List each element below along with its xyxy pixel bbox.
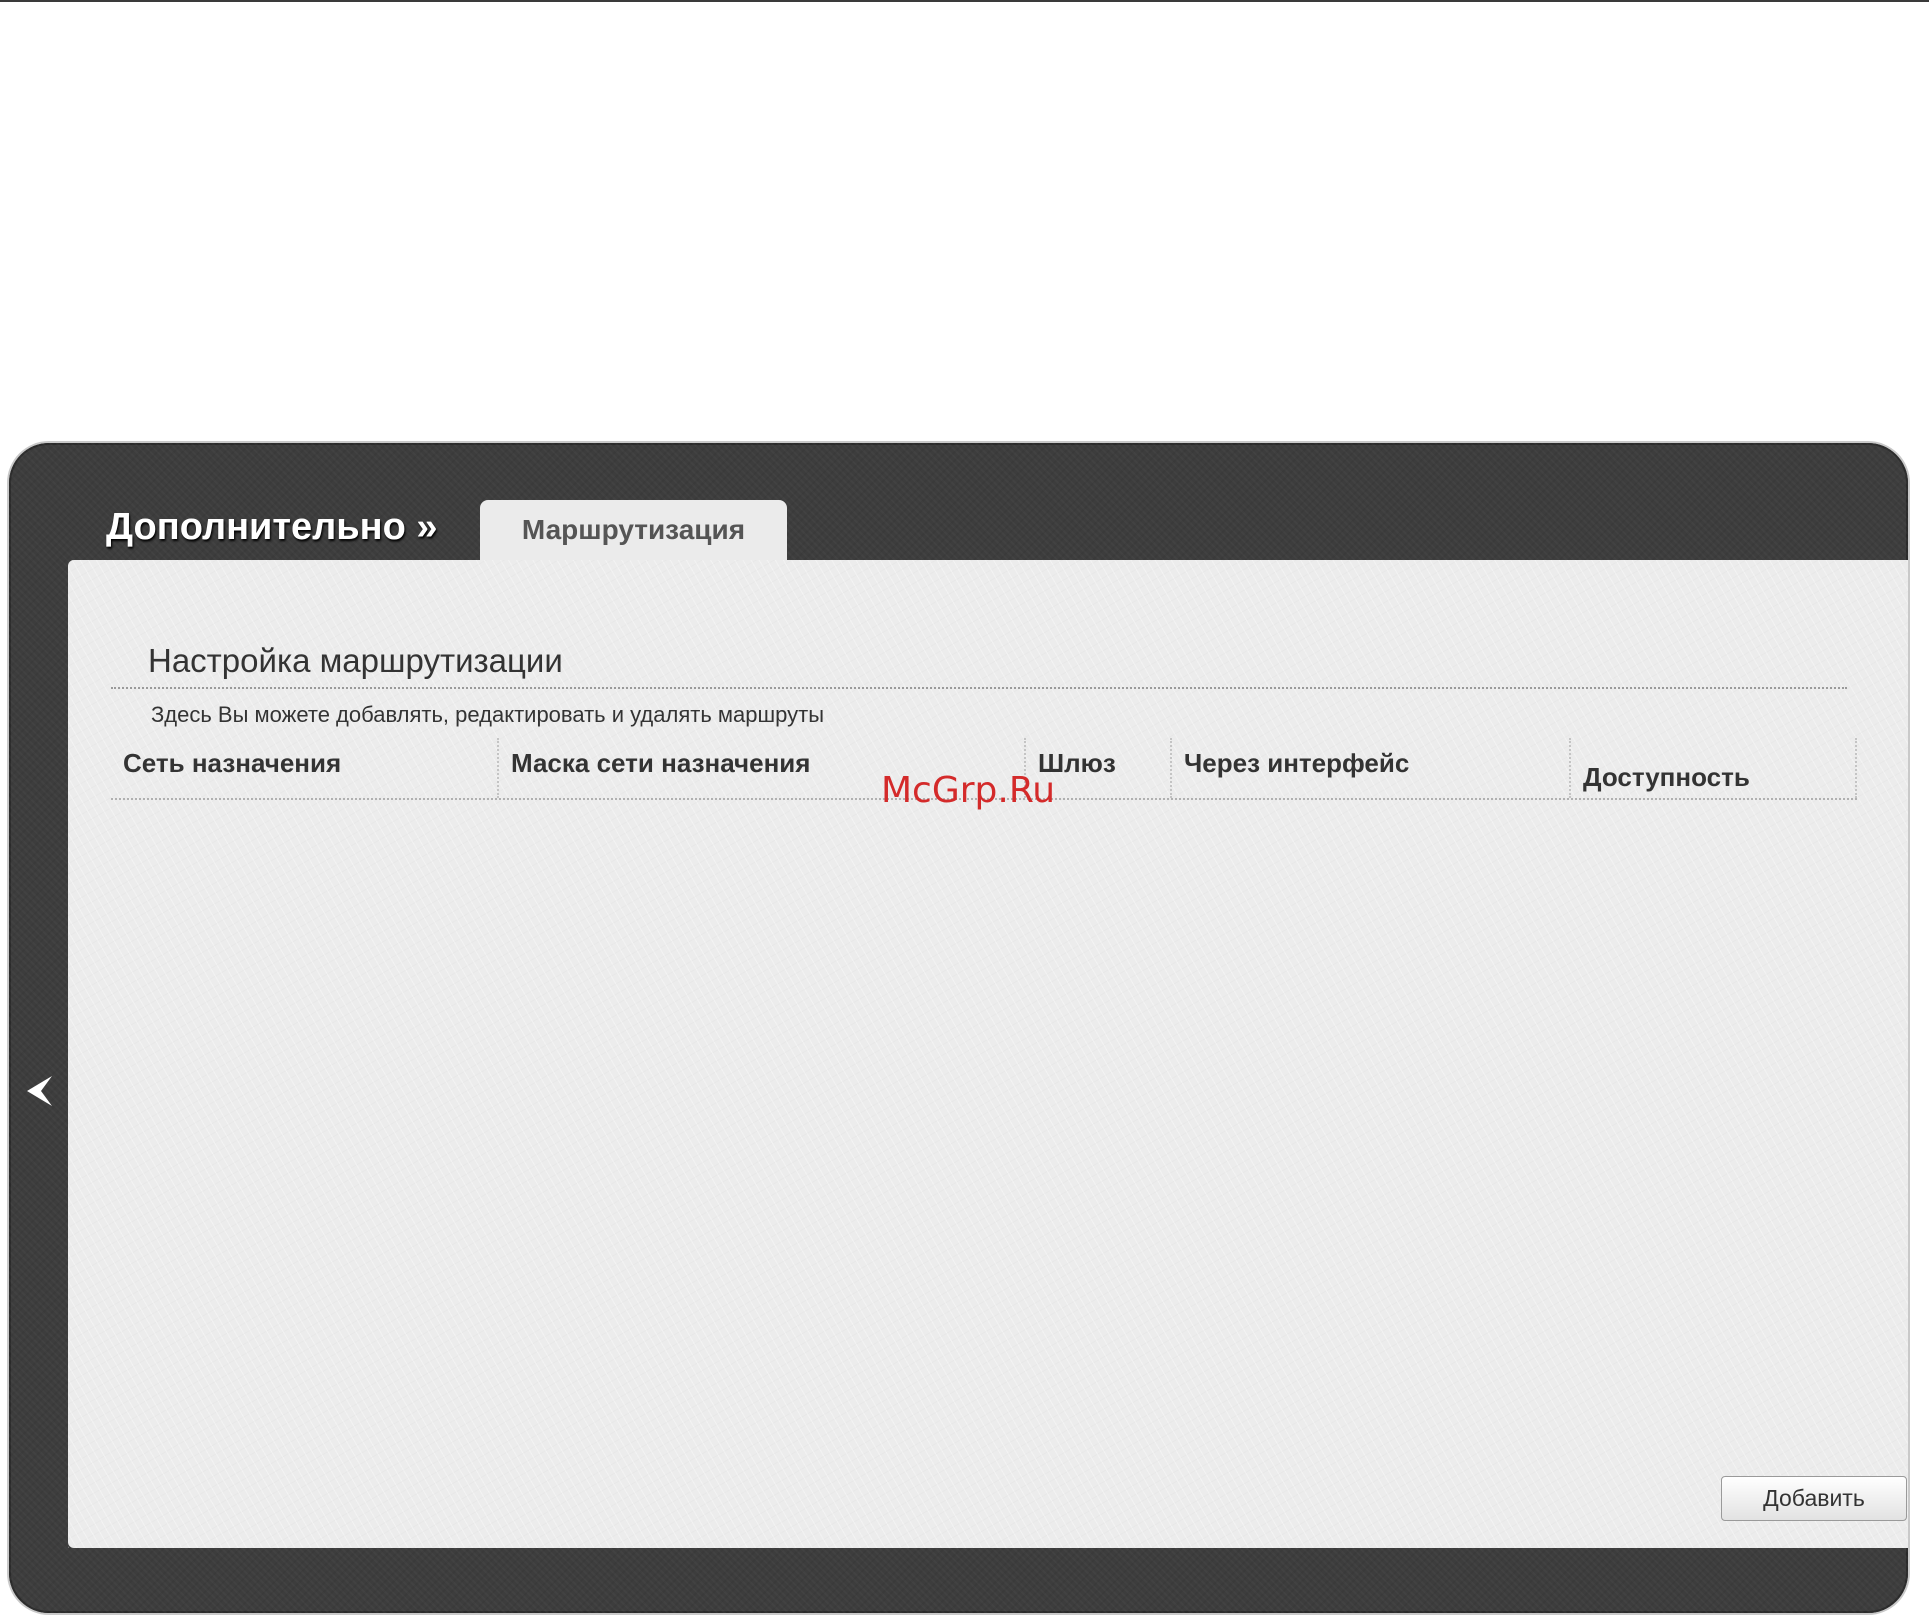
content-panel: Настройка маршрутизации Здесь Вы можете … xyxy=(68,560,1908,1548)
column-header-availability[interactable]: Доступность xyxy=(1571,738,1857,798)
section-title: Настройка маршрутизации xyxy=(148,642,563,679)
chevron-left-icon-graphic xyxy=(27,1076,52,1106)
column-header-interface[interactable]: Через интерфейс xyxy=(1172,738,1571,798)
watermark: McGrp.Ru xyxy=(881,770,1056,811)
column-header-label: Через интерфейс xyxy=(1184,748,1410,778)
column-header-label: Маска сети назначения xyxy=(511,748,811,778)
tab-routing[interactable]: Маршрутизация xyxy=(480,500,787,561)
top-divider xyxy=(0,0,1929,2)
section-description: Здесь Вы можете добавлять, редактировать… xyxy=(151,702,825,727)
column-header-destination[interactable]: Сеть назначения xyxy=(111,738,499,798)
column-header-label: Сеть назначения xyxy=(123,748,342,778)
column-header-label: Доступность xyxy=(1583,762,1750,792)
add-route-button[interactable]: Добавить xyxy=(1721,1476,1907,1521)
router-admin-frame: Дополнительно » Маршрутизация Настройка … xyxy=(9,443,1908,1613)
title-divider xyxy=(111,687,1847,689)
breadcrumb[interactable]: Дополнительно » xyxy=(106,506,438,549)
chevron-left-icon[interactable] xyxy=(24,1073,54,1109)
